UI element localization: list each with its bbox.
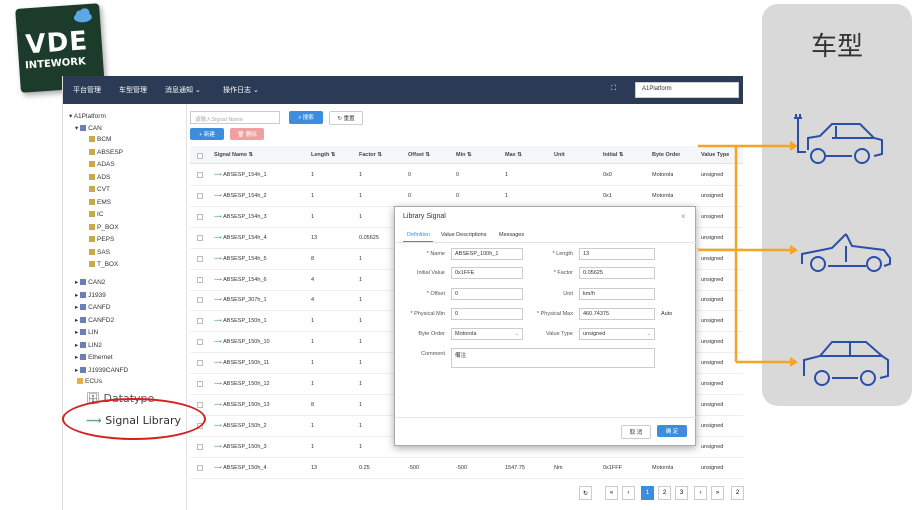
connector-arrows (698, 144, 790, 364)
convertible-car-icon (801, 233, 891, 272)
sedan-car-icon (803, 341, 889, 386)
connector-overlay (698, 114, 891, 386)
arrow-heads (790, 141, 798, 367)
ev-car-icon (794, 114, 883, 164)
